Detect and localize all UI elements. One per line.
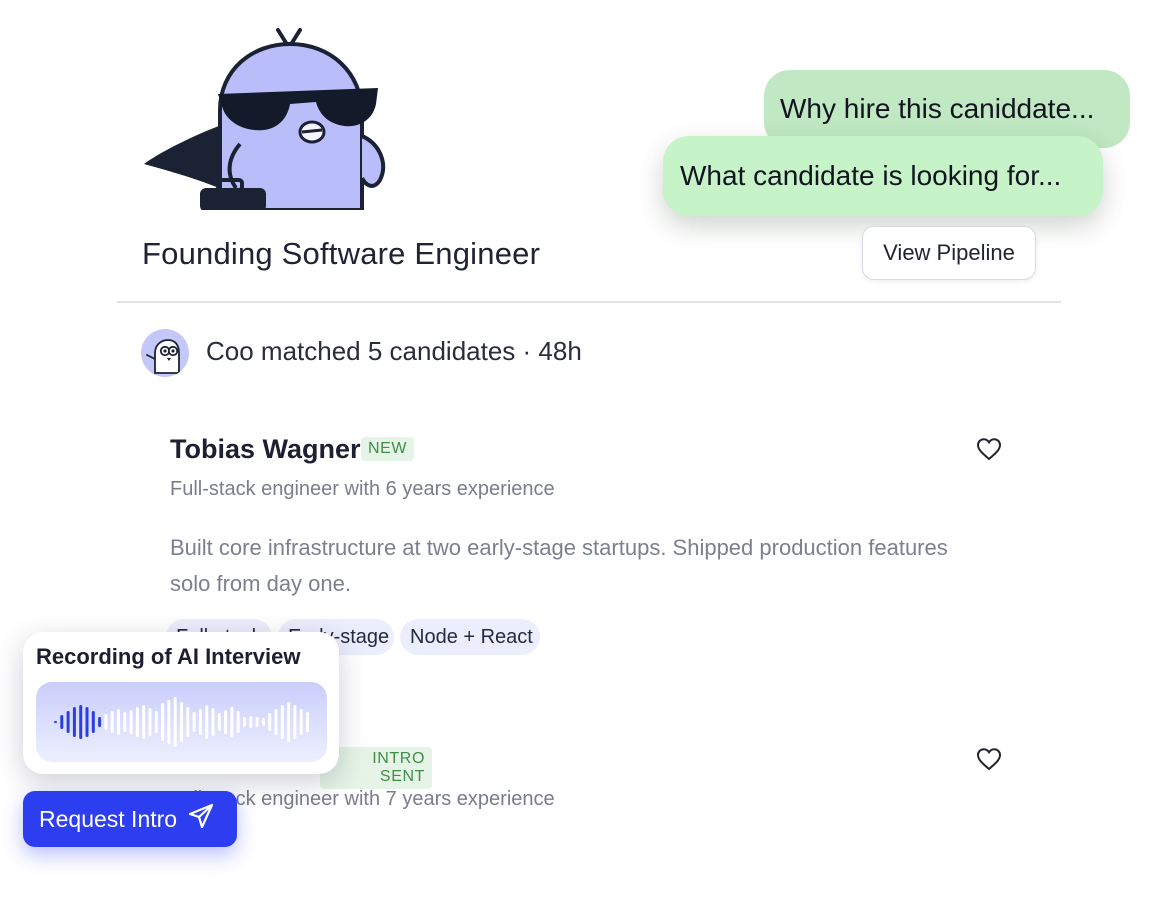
candidate-summary: Built core infrastructure at two early-s… — [170, 535, 948, 596]
waveform-bar — [293, 705, 297, 739]
status-badge: NEW — [361, 437, 415, 461]
waveform-bar — [66, 711, 70, 733]
waveform-bar — [79, 705, 83, 739]
waveform-bar — [135, 707, 139, 737]
waveform-bar — [230, 707, 234, 737]
waveform-bar — [205, 705, 209, 739]
waveform-bar — [54, 721, 57, 723]
waveform-bar — [217, 713, 221, 731]
waveform-bar — [299, 709, 303, 735]
waveform-bar — [60, 715, 64, 729]
bubble-text: What candidate is looking for... — [680, 160, 1062, 191]
waveform-bar — [192, 712, 196, 732]
waveform-bar — [98, 717, 102, 727]
waveform-bar — [274, 709, 278, 735]
coo-avatar — [141, 329, 189, 377]
audio-waveform[interactable] — [36, 682, 327, 762]
bubble-text: Why hire this caniddate... — [780, 93, 1095, 124]
waveform-bar — [117, 709, 120, 735]
waveform-bar — [268, 713, 272, 731]
waveform-bar — [243, 717, 246, 727]
waveform-bar — [85, 707, 89, 737]
skill-tag: Node + React — [400, 619, 540, 655]
request-intro-label: Request Intro — [39, 805, 178, 832]
heart-outline-icon[interactable] — [975, 436, 1003, 462]
waveform-bar — [186, 707, 190, 737]
waveform-bar — [280, 705, 284, 739]
waveform-bar — [173, 697, 177, 747]
waveform-bar — [306, 712, 309, 732]
send-icon — [187, 802, 215, 836]
waveform-bar — [142, 705, 146, 739]
candidate-name[interactable]: Tobias Wagner — [170, 434, 361, 465]
waveform-bar — [180, 702, 183, 742]
divider — [117, 301, 1061, 303]
waveform-bar — [154, 711, 158, 733]
request-intro-button[interactable]: Request Intro — [23, 791, 237, 847]
waveform-bar — [224, 710, 228, 734]
waveform-bar — [167, 700, 171, 744]
waveform-bar — [104, 714, 108, 730]
view-pipeline-button[interactable]: View Pipeline — [862, 226, 1036, 280]
job-title: Founding Software Engineer — [142, 236, 541, 271]
match-summary: Coo matched 5 candidates · 48h — [206, 336, 582, 366]
waveform-bar — [249, 716, 253, 728]
suggested-question-bubble[interactable]: What candidate is looking for... — [663, 136, 1103, 216]
recording-title: Recording of AI Interview — [36, 644, 301, 669]
waveform-bar — [148, 708, 152, 736]
heart-outline-icon[interactable] — [975, 746, 1003, 772]
waveform-bar — [72, 707, 76, 737]
waveform-bar — [110, 711, 114, 733]
waveform-bar — [198, 709, 202, 735]
candidate-subtitle: Full-stack engineer with 6 years experie… — [170, 478, 555, 500]
waveform-bar — [261, 718, 265, 726]
waveform-bar — [161, 703, 165, 741]
waveform-bar — [211, 708, 215, 736]
waveform-bar — [255, 717, 259, 727]
waveform-bar — [129, 710, 133, 734]
waveform-bar — [236, 711, 240, 733]
mascot-illustration — [140, 24, 400, 212]
waveform-bar — [123, 712, 127, 732]
waveform-bar — [91, 711, 95, 733]
recording-card[interactable]: Recording of AI Interview — [23, 632, 339, 774]
waveform-bar — [287, 702, 291, 742]
